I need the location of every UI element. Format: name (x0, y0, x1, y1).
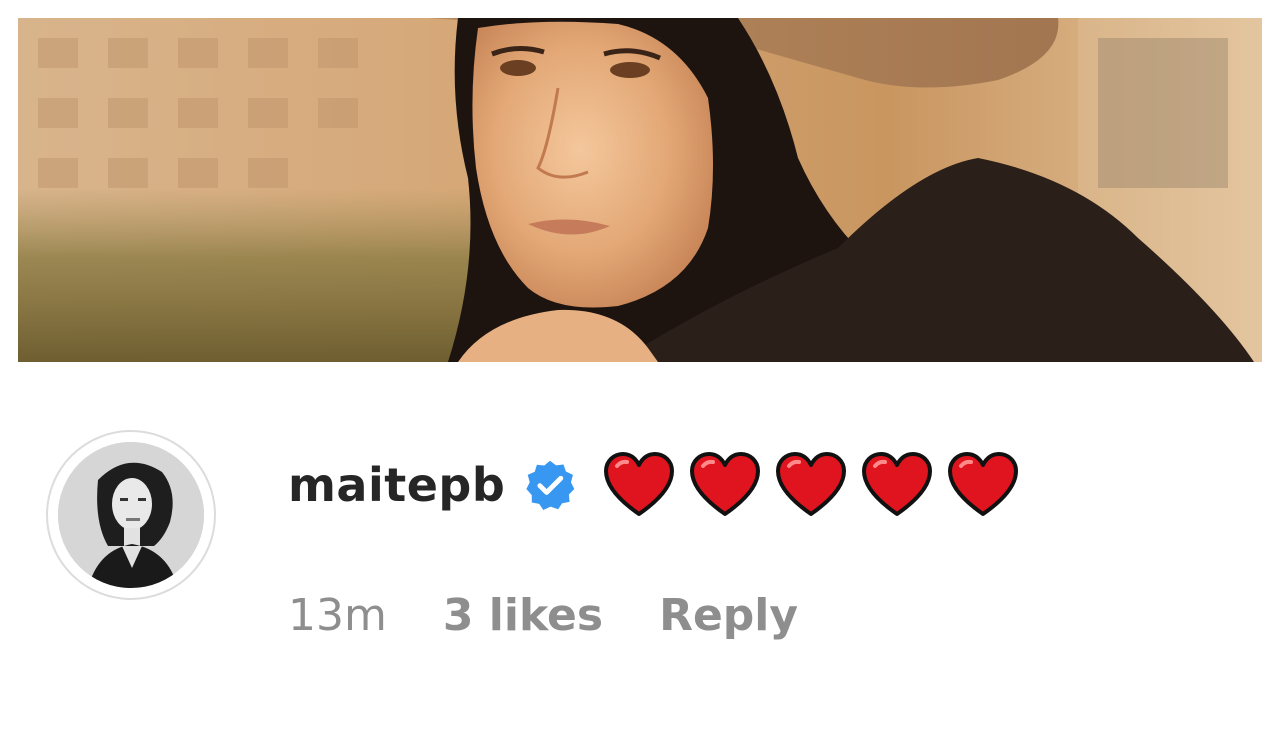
profile-avatar[interactable] (58, 442, 204, 588)
comment-likes-count[interactable]: 3 likes (443, 590, 603, 641)
verified-badge-icon (526, 460, 575, 510)
instagram-comment-screenshot: maitepb 13m 3 likes Reply (0, 0, 1280, 742)
red-heart-icon (776, 452, 847, 516)
red-heart-icon (690, 452, 761, 516)
post-photo[interactable] (18, 18, 1262, 362)
comment-line: maitepb (288, 450, 1033, 520)
username-link[interactable]: maitepb (288, 458, 505, 512)
post-photo-image (18, 18, 1262, 362)
red-heart-icon (862, 452, 933, 516)
red-heart-icon (604, 452, 675, 516)
avatar-ring[interactable] (46, 430, 216, 600)
comment-timestamp[interactable]: 13m (288, 590, 387, 641)
comment-meta: 13m 3 likes Reply (288, 590, 798, 641)
avatar-image (58, 442, 204, 588)
comment-text-hearts (603, 452, 1033, 518)
reply-button[interactable]: Reply (659, 590, 798, 641)
red-heart-icon (948, 452, 1019, 516)
